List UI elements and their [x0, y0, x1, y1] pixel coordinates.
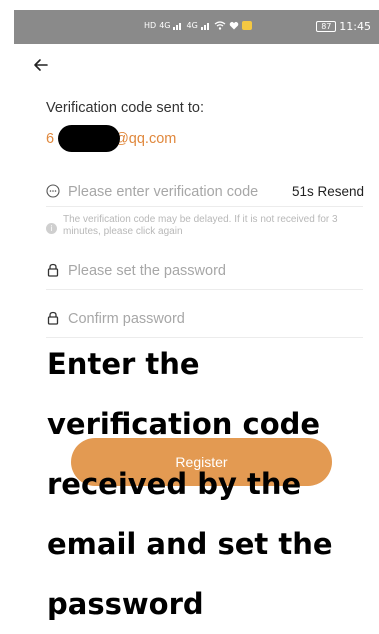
arrow-left-icon[interactable]: [32, 56, 50, 74]
email-prefix: 6: [46, 131, 55, 147]
redaction-mark: [58, 125, 120, 152]
signal-label-2: 4G: [186, 20, 198, 30]
code-field[interactable]: 51s Resend: [46, 180, 364, 204]
verification-sent-label: Verification code sent to:: [46, 100, 204, 116]
signal-icon-2: [200, 23, 209, 30]
signal-icon: [173, 23, 182, 30]
confirm-password-input[interactable]: [68, 307, 358, 331]
password-divider: [46, 289, 363, 290]
lock-icon: [47, 263, 59, 277]
email-suffix: @qq.com: [114, 131, 177, 147]
code-divider: [46, 206, 363, 207]
password-input[interactable]: [68, 259, 358, 283]
register-button[interactable]: Register: [71, 438, 332, 486]
signal-label-1: 4G: [159, 20, 171, 30]
network-label: HD: [144, 20, 157, 30]
chat-bubble-icon: [46, 184, 60, 198]
heart-icon: [229, 21, 239, 30]
resend-button[interactable]: 51s Resend: [292, 184, 364, 199]
wifi-icon: [214, 21, 226, 30]
confirm-divider: [46, 337, 363, 338]
status-bar: HD 4G 4G 87 11:45: [14, 10, 379, 44]
delay-notice-text: The verification code may be delayed. If…: [63, 214, 338, 237]
password-field[interactable]: [46, 259, 364, 283]
lock-icon: [47, 311, 59, 325]
info-icon: i: [46, 223, 57, 234]
confirm-password-field[interactable]: [46, 307, 364, 331]
verification-code-input[interactable]: [68, 180, 283, 204]
notification-icon: [241, 21, 252, 30]
battery-icon: 87: [316, 21, 337, 32]
status-icons: HD 4G 4G: [144, 21, 252, 30]
status-right: 87 11:45: [316, 20, 371, 33]
clock: 11:45: [339, 20, 371, 33]
